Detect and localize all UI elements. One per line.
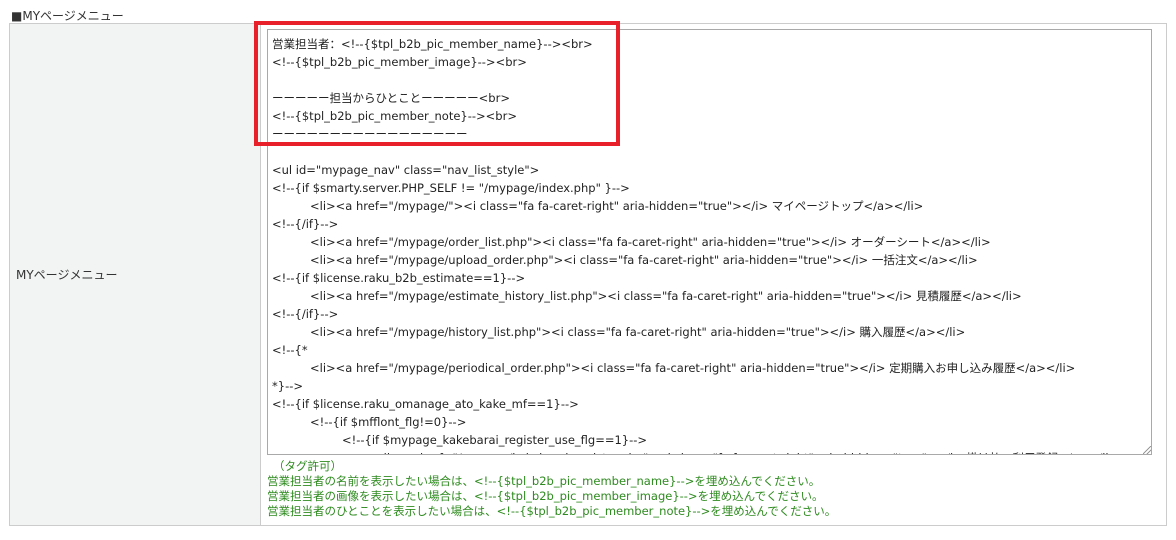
textarea-line: <!--{/if}--> xyxy=(272,307,339,321)
resize-handle-icon[interactable] xyxy=(1143,446,1151,454)
textarea-line xyxy=(272,143,1147,161)
textarea-line: <ul id="mypage_nav" class="nav_list_styl… xyxy=(272,163,540,177)
textarea-line: <!--{if $mypage_kakebarai_register_use_f… xyxy=(342,433,648,447)
note-line: 営業担当者の名前を表示したい場合は、<!--{$tpl_b2b_pic_memb… xyxy=(267,474,821,488)
textarea-line: 営業担当者：<!--{$tpl_b2b_pic_member_name}--><… xyxy=(272,37,593,51)
textarea-line: ーーーーーーーーーーーーーーーーー xyxy=(272,127,468,141)
textarea-line: <li><a href="/mypage/"><i class="fa fa-c… xyxy=(310,199,924,213)
textarea-line: <!--{* xyxy=(272,343,308,357)
textarea-line: <li><a href="/mypage/order_list.php"><i … xyxy=(310,235,991,249)
textarea-line: <li><a href="/mypage/upload_order.php"><… xyxy=(310,253,978,267)
textarea-line: <!--{if $mfflont_flg!=0}--> xyxy=(310,415,467,429)
textarea-line: <li><a href="/mypage/estimate_history_li… xyxy=(310,289,1022,303)
textarea-line: <!--{/if}--> xyxy=(272,217,339,231)
value-cell: 営業担当者：<!--{$tpl_b2b_pic_member_name}--><… xyxy=(261,24,1166,525)
textarea-line xyxy=(272,71,1147,89)
textarea-line: <li><a href="/mypage/periodical_order.ph… xyxy=(310,361,1076,375)
mypage-menu-textarea[interactable]: 営業担当者：<!--{$tpl_b2b_pic_member_name}--><… xyxy=(267,29,1152,455)
textarea-line: ーーーーー担当からひとことーーーーー<br> xyxy=(272,91,510,105)
help-notes: （タグ許可） 営業担当者の名前を表示したい場合は、<!--{$tpl_b2b_p… xyxy=(267,459,836,519)
textarea-line: <!--{if $smarty.server.PHP_SELF != "/myp… xyxy=(272,181,630,195)
note-line: 営業担当者の画像を表示したい場合は、<!--{$tpl_b2b_pic_memb… xyxy=(267,489,824,503)
settings-table: MYページメニュー 営業担当者：<!--{$tpl_b2b_pic_member… xyxy=(9,23,1167,526)
textarea-line: <li><a href="/mypage/history_list.php"><… xyxy=(310,325,966,339)
textarea-line: *}--> xyxy=(272,379,304,393)
textarea-line: <!--{$tpl_b2b_pic_member_note}--><br> xyxy=(272,109,517,123)
textarea-line: <!--{if $license.raku_omanage_ato_kake_m… xyxy=(272,397,579,411)
textarea-line: <li><a href="/mypage/kakebarai_register.… xyxy=(272,449,1147,454)
section-title: ■MYページメニュー xyxy=(11,9,124,23)
row-label: MYページメニュー xyxy=(10,24,261,525)
textarea-line: <!--{if $license.raku_b2b_estimate==1}--… xyxy=(272,271,526,285)
textarea-line: <!--{$tpl_b2b_pic_member_image}--><br> xyxy=(272,55,527,69)
note-line: 営業担当者のひとことを表示したい場合は、<!--{$tpl_b2b_pic_me… xyxy=(267,504,837,518)
tag-allowed-note: （タグ許可） xyxy=(273,459,342,473)
